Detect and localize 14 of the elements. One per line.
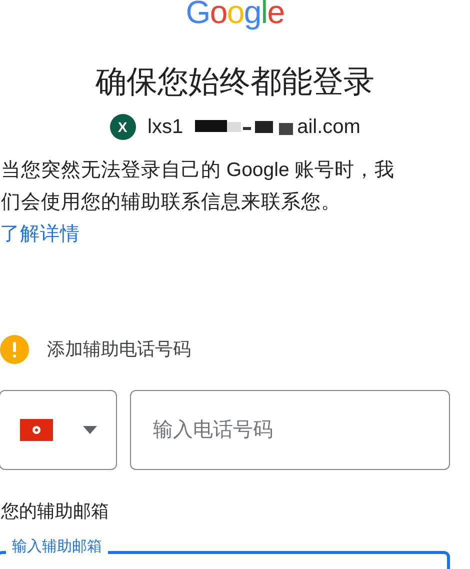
google-logo: Google (184, 0, 286, 28)
warning-text: 添加辅助电话号码 (47, 338, 191, 361)
description: 当您突然无法登录自己的 Google 账号时，我们会使用您的辅助联系信息来联系您。 (0, 158, 396, 215)
avatar-icon: X (110, 114, 136, 140)
email-field-label: 输入辅助邮箱 (6, 537, 108, 557)
phone-input[interactable]: 输入电话号码 (130, 390, 450, 470)
page-title: 确保您始终都能登录 (94, 63, 376, 101)
email-end: ail.com (297, 115, 360, 140)
caret-icon (83, 426, 97, 434)
flag-icon (20, 419, 53, 441)
learn-more-link[interactable]: 了解详情 (0, 218, 80, 250)
email-start: lxs1 (148, 115, 184, 140)
recovery-email-heading: 您的辅助邮箱 (0, 500, 110, 523)
country-select[interactable] (0, 390, 117, 470)
